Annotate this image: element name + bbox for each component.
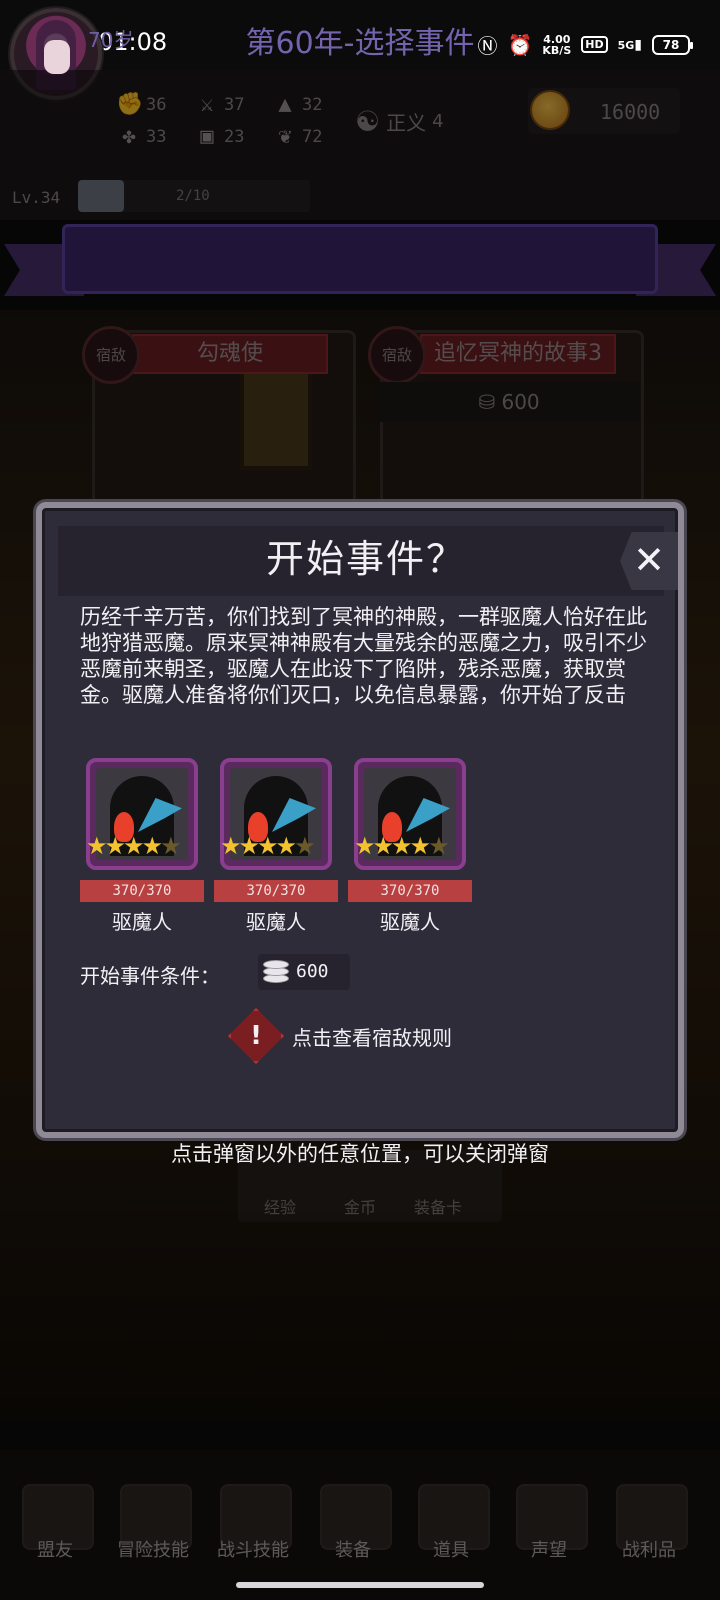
- close-hint: 点击弹窗以外的任意位置，可以关闭弹窗: [171, 1142, 549, 1166]
- nemesis-rules-text: 点击查看宿敌规则: [292, 1025, 452, 1050]
- condition-label: 开始事件条件：: [80, 964, 220, 988]
- home-indicator[interactable]: [236, 1582, 484, 1588]
- silver-coins-icon: [262, 958, 290, 986]
- enemy-name-2: 驱魔人: [246, 910, 306, 934]
- star-rating-2: ★★★★★: [220, 832, 316, 860]
- enemy-hp-1: 370/370: [80, 880, 204, 902]
- event-description: 历经千辛万苦，你们找到了冥神的神殿，一群驱魔人恰好在此地狩猎恶魔。原来冥神神殿有…: [80, 605, 647, 707]
- banner-title: 第60年-选择事件: [245, 26, 475, 61]
- close-icon: ✕: [633, 538, 665, 582]
- enemy-hp-3: 370/370: [348, 880, 472, 902]
- nemesis-rules-link[interactable]: ! 点击查看宿敌规则: [228, 1008, 452, 1064]
- start-event-modal: 开始事件？ ✕ 历经千辛万苦，你们找到了冥神的神殿，一群驱魔人恰好在此地狩猎恶魔…: [36, 502, 684, 1138]
- close-button[interactable]: ✕: [620, 532, 678, 590]
- star-rating-3: ★★★★★: [354, 832, 450, 860]
- condition-cost: 600: [258, 954, 350, 990]
- modal-title: 开始事件？: [265, 537, 466, 581]
- enemy-name-1: 驱魔人: [112, 910, 172, 934]
- warning-icon: !: [228, 1008, 284, 1064]
- enemy-hp-2: 370/370: [214, 880, 338, 902]
- enemy-name-3: 驱魔人: [380, 910, 440, 934]
- star-rating-1: ★★★★★: [86, 832, 182, 860]
